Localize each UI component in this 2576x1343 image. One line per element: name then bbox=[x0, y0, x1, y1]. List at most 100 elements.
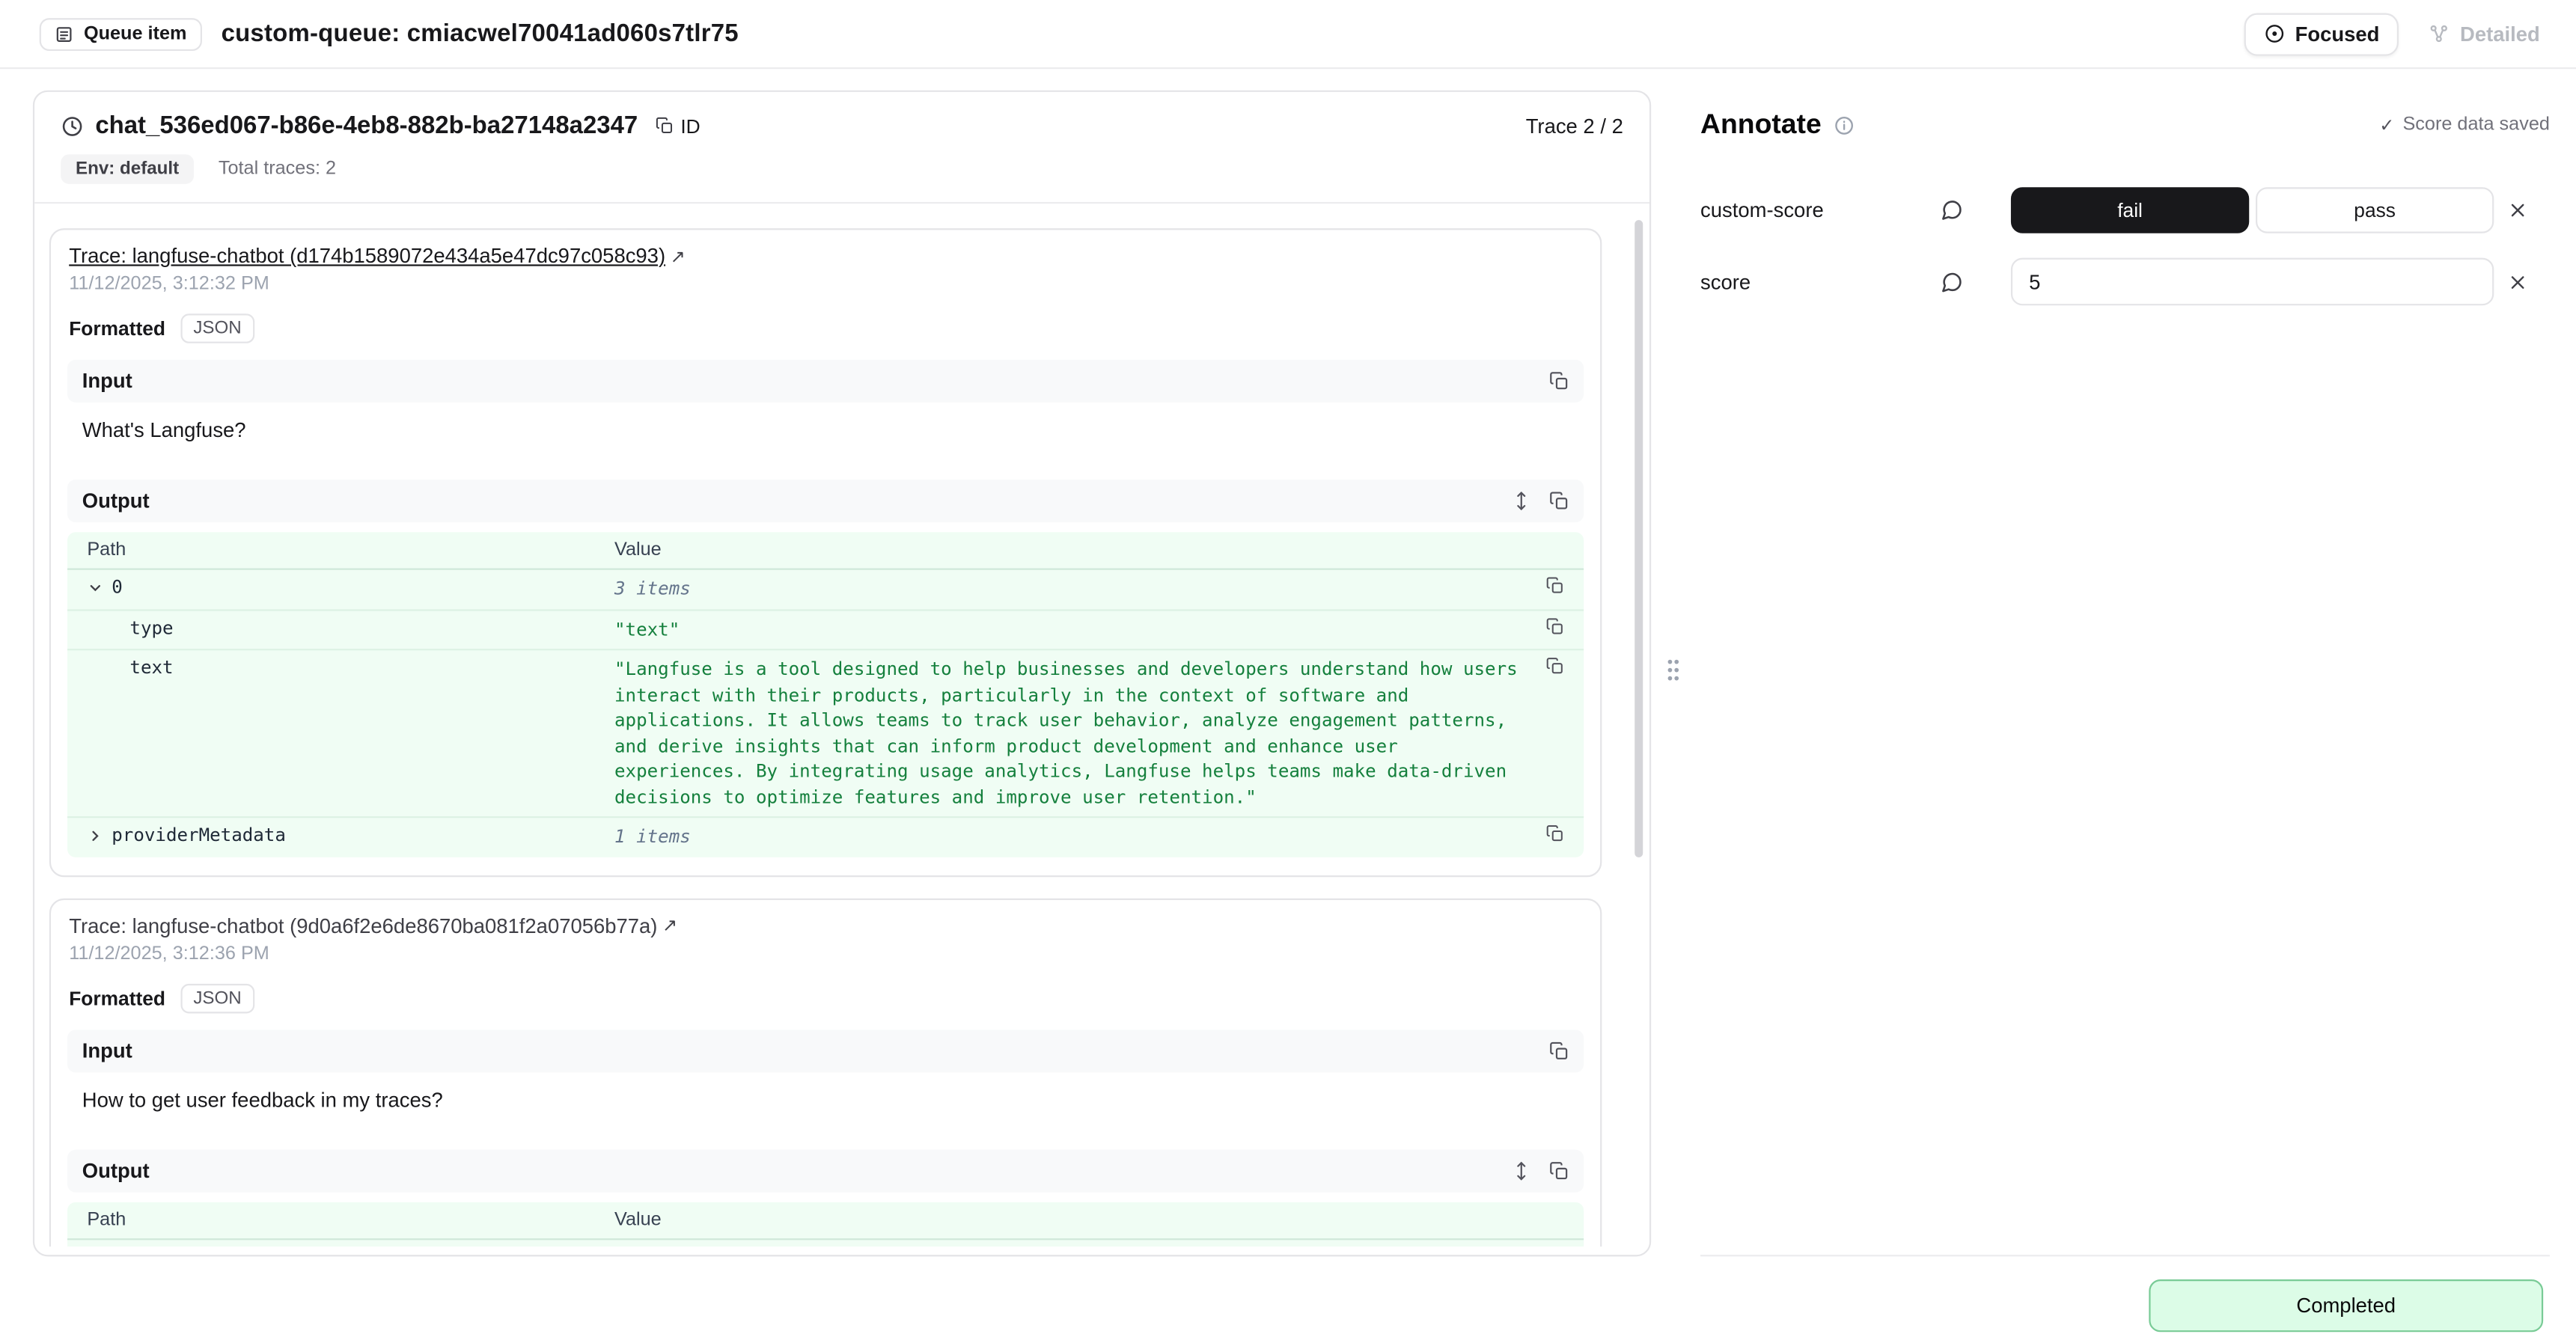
tab-formatted[interactable]: Formatted bbox=[69, 986, 165, 1009]
output-json-table-1: Path Value 0 3 items bbox=[67, 532, 1584, 857]
vertical-scrollbar[interactable] bbox=[1635, 220, 1643, 857]
trace-timestamp-2: 11/12/2025, 3:12:36 PM bbox=[67, 943, 1584, 963]
check-icon: ✓ bbox=[2379, 114, 2394, 136]
top-bar: Queue item custom-queue: cmiacwel70041ad… bbox=[0, 0, 2576, 69]
format-tabs-2: Formatted JSON bbox=[67, 983, 1584, 1013]
copy-icon[interactable] bbox=[1549, 371, 1569, 391]
delete-score-icon[interactable] bbox=[2507, 199, 2529, 221]
tab-formatted[interactable]: Formatted bbox=[69, 317, 165, 340]
expand-icon[interactable] bbox=[1512, 491, 1531, 510]
value-column-header: Value bbox=[614, 540, 662, 560]
queue-icon bbox=[54, 24, 73, 43]
page: Queue item custom-queue: cmiacwel70041ad… bbox=[0, 0, 2576, 1343]
detailed-button-label: Detailed bbox=[2460, 22, 2540, 46]
delete-score-icon[interactable] bbox=[2507, 271, 2529, 293]
table-row: 0 3 items bbox=[67, 570, 1584, 611]
score-option-pass[interactable]: pass bbox=[2256, 186, 2494, 232]
queue-item-badge: Queue item bbox=[40, 17, 202, 50]
output-section-header-2: Output bbox=[67, 1149, 1584, 1192]
input-text-2: How to get user feedback in my traces? bbox=[67, 1071, 1584, 1132]
env-badge: Env: default bbox=[61, 154, 194, 184]
trace-timestamp-1: 11/12/2025, 3:12:32 PM bbox=[67, 275, 1584, 294]
total-traces-label: Total traces: 2 bbox=[219, 159, 336, 179]
copy-icon[interactable] bbox=[1546, 577, 1564, 595]
chevron-down-icon[interactable] bbox=[87, 580, 103, 596]
session-title: chat_536ed067-b86e-4eb8-882b-ba27148a234… bbox=[95, 111, 638, 139]
trace-link-1[interactable]: Trace: langfuse-chatbot (d174b1589072e43… bbox=[69, 245, 665, 268]
row-path: type bbox=[129, 617, 173, 638]
panel-resize-handle[interactable] bbox=[1664, 655, 1682, 685]
tab-json[interactable]: JSON bbox=[180, 313, 255, 343]
score-value-input[interactable] bbox=[2011, 258, 2494, 306]
output-label: Output bbox=[82, 1159, 150, 1182]
copy-icon[interactable] bbox=[1546, 825, 1564, 842]
focus-icon bbox=[2264, 23, 2286, 45]
value-column-header: Value bbox=[614, 1210, 662, 1229]
network-icon bbox=[2429, 23, 2450, 45]
copy-icon bbox=[656, 117, 674, 135]
score-name-label: score bbox=[1700, 270, 1751, 293]
grip-dots-icon bbox=[1666, 657, 1681, 683]
chevron-right-icon[interactable] bbox=[87, 827, 103, 844]
row-path: providerMetadata bbox=[112, 825, 286, 846]
external-link-icon: ↗ bbox=[671, 245, 686, 267]
expand-icon[interactable] bbox=[1512, 1160, 1531, 1180]
trace-link-2[interactable]: Trace: langfuse-chatbot (9d0a6f2e6de8670… bbox=[69, 914, 657, 937]
external-link-icon: ↗ bbox=[662, 915, 677, 937]
save-status-label: Score data saved bbox=[2402, 115, 2550, 135]
row-value: 1 items bbox=[614, 825, 1584, 850]
format-tabs-1: Formatted JSON bbox=[67, 313, 1584, 343]
score-row-custom-score: custom-score fail pass bbox=[1700, 186, 2550, 233]
score-name-label: custom-score bbox=[1700, 198, 1824, 221]
trace-scroll-area: Trace: langfuse-chatbot (d174b1589072e43… bbox=[34, 204, 1649, 1246]
trace-card-2: Trace: langfuse-chatbot (9d0a6f2e6de8670… bbox=[49, 898, 1602, 1246]
copy-icon[interactable] bbox=[1546, 617, 1564, 634]
info-icon[interactable] bbox=[1833, 114, 1855, 136]
path-column-header: Path bbox=[67, 1210, 614, 1229]
copy-icon[interactable] bbox=[1549, 1041, 1569, 1060]
table-row: text "Langfuse is a tool designed to hel… bbox=[67, 650, 1584, 818]
completed-button[interactable]: Completed bbox=[2149, 1279, 2543, 1332]
row-value: 3 items bbox=[614, 577, 1584, 602]
queue-badge-label: Queue item bbox=[84, 24, 187, 43]
annotate-title: Annotate bbox=[1700, 108, 1822, 141]
comment-icon[interactable] bbox=[1941, 198, 1964, 221]
score-row-score: score bbox=[1700, 258, 2550, 306]
annotate-panel: Annotate ✓ Score data saved custom-score… bbox=[1700, 91, 2550, 1257]
clock-icon bbox=[61, 114, 84, 138]
input-label: Input bbox=[82, 370, 132, 393]
table-row: providerMetadata 1 items bbox=[67, 818, 1584, 857]
trace-panel-header: chat_536ed067-b86e-4eb8-882b-ba27148a234… bbox=[34, 92, 1649, 204]
row-path: 0 bbox=[112, 577, 123, 599]
focused-button[interactable]: Focused bbox=[2244, 12, 2399, 55]
copy-icon[interactable] bbox=[1549, 1160, 1569, 1180]
comment-icon[interactable] bbox=[1941, 270, 1964, 293]
tab-json[interactable]: JSON bbox=[180, 983, 255, 1013]
table-row: type "text" bbox=[67, 611, 1584, 651]
save-status: ✓ Score data saved bbox=[2379, 114, 2550, 136]
trace-card-1: Trace: langfuse-chatbot (d174b1589072e43… bbox=[49, 228, 1602, 876]
row-value: "Langfuse is a tool designed to help bus… bbox=[614, 657, 1584, 810]
output-label: Output bbox=[82, 489, 150, 513]
row-path: text bbox=[129, 657, 173, 679]
copy-id-button[interactable]: ID bbox=[656, 114, 700, 138]
output-json-table-2: Path Value 0 3 items bbox=[67, 1202, 1584, 1246]
copy-icon[interactable] bbox=[1546, 657, 1564, 675]
focused-button-label: Focused bbox=[2295, 22, 2380, 46]
view-toggle: Focused Detailed bbox=[2244, 12, 2550, 55]
trace-panel: chat_536ed067-b86e-4eb8-882b-ba27148a234… bbox=[33, 91, 1651, 1257]
trace-counter: Trace 2 / 2 bbox=[1526, 114, 1623, 138]
input-label: Input bbox=[82, 1038, 132, 1062]
path-column-header: Path bbox=[67, 540, 614, 560]
copy-icon[interactable] bbox=[1549, 491, 1569, 510]
input-section-header-1: Input bbox=[67, 360, 1584, 403]
detailed-button[interactable]: Detailed bbox=[2419, 14, 2550, 54]
output-section-header-1: Output bbox=[67, 480, 1584, 522]
row-value: "text" bbox=[614, 617, 1584, 642]
input-section-header-2: Input bbox=[67, 1029, 1584, 1071]
page-title: custom-queue: cmiacwel70041ad060s7tlr75 bbox=[222, 19, 739, 47]
input-text-1: What's Langfuse? bbox=[67, 403, 1584, 463]
score-option-fail[interactable]: fail bbox=[2011, 186, 2249, 232]
id-label: ID bbox=[680, 114, 700, 138]
table-row: 0 3 items bbox=[67, 1239, 1584, 1246]
